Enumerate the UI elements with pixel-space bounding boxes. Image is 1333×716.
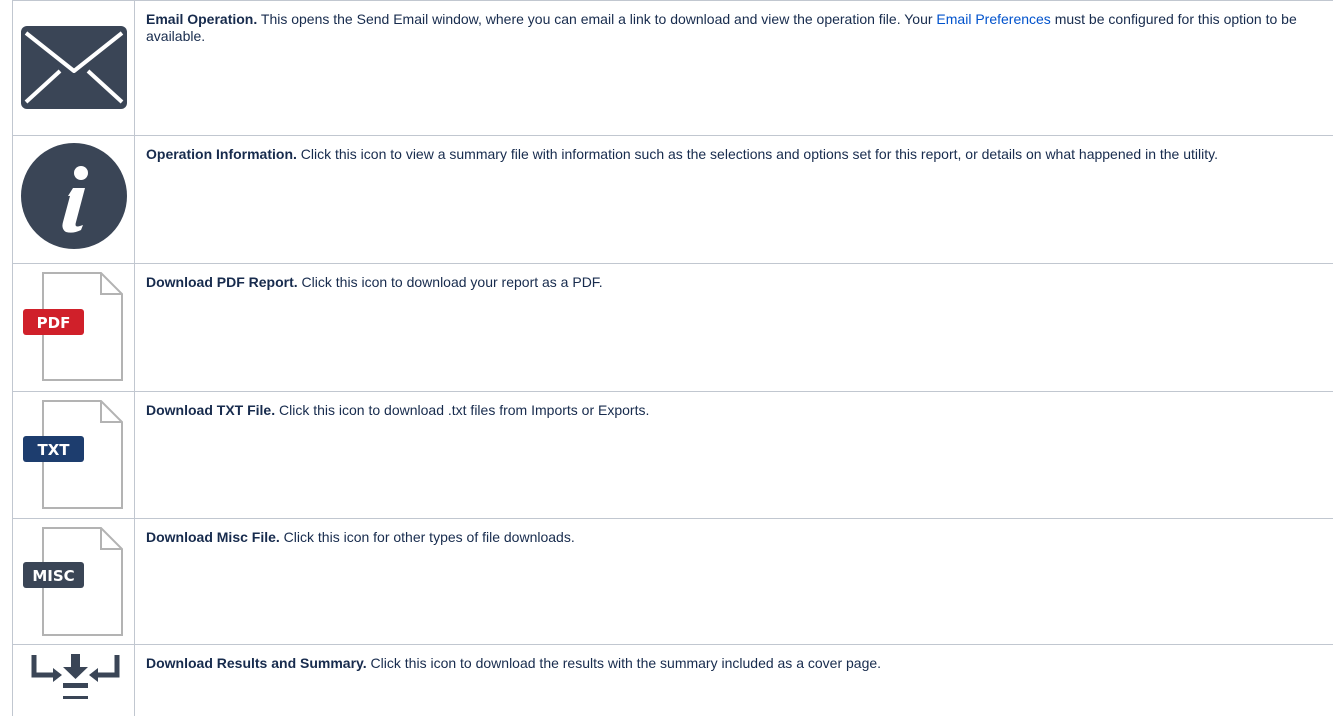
txt-file-icon: TXT — [23, 400, 123, 509]
documentation-page: Email Operation. This opens the Send Ema… — [0, 0, 1333, 716]
pdf-badge-label: PDF — [37, 314, 71, 332]
table-row-email: Email Operation. This opens the Send Ema… — [12, 0, 1333, 136]
download-results-icon — [31, 654, 120, 699]
icon-cell — [12, 135, 135, 264]
description-cell: Download Misc File. Click this icon for … — [134, 518, 1333, 645]
table-row-results: Download Results and Summary. Click this… — [12, 644, 1333, 716]
icon-legend-table: Email Operation. This opens the Send Ema… — [12, 0, 1333, 716]
row-text: Click this icon to view a summary file w… — [296, 146, 1218, 162]
info-icon — [21, 143, 127, 249]
table-row-txt: TXT Download TXT File. Click this icon t… — [12, 391, 1333, 519]
table-row-misc: MISC Download Misc File. Click this icon… — [12, 518, 1333, 645]
txt-badge-label: TXT — [37, 441, 70, 459]
row-text: Click this icon to download the results … — [366, 655, 882, 671]
description-cell: Email Operation. This opens the Send Ema… — [134, 0, 1333, 136]
icon-cell: PDF — [12, 263, 135, 392]
email-preferences-link[interactable]: Email Preferences — [936, 11, 1050, 27]
icon-cell — [12, 644, 135, 716]
table-row-info: Operation Information. Click this icon t… — [12, 135, 1333, 264]
description-cell: Download PDF Report. Click this icon to … — [134, 263, 1333, 392]
email-envelope-icon — [21, 26, 127, 109]
description-cell: Download TXT File. Click this icon to do… — [134, 391, 1333, 519]
misc-file-icon: MISC — [23, 527, 123, 636]
description-cell: Operation Information. Click this icon t… — [134, 135, 1333, 264]
icon-cell — [12, 0, 135, 136]
row-title: Email Operation. — [146, 11, 258, 27]
pdf-file-icon: PDF — [23, 272, 123, 381]
icon-cell: TXT — [12, 391, 135, 519]
row-text: This opens the Send Email window, where … — [257, 11, 937, 27]
icon-cell: MISC — [12, 518, 135, 645]
row-title: Download Misc File. — [146, 529, 280, 545]
misc-badge-label: MISC — [32, 567, 74, 585]
description-cell: Download Results and Summary. Click this… — [134, 644, 1333, 716]
table-row-pdf: PDF Download PDF Report. Click this icon… — [12, 263, 1333, 392]
row-text: Click this icon to download your report … — [297, 274, 603, 290]
row-title: Download Results and Summary. — [146, 655, 367, 671]
row-title: Operation Information. — [146, 146, 297, 162]
row-title: Download TXT File. — [146, 402, 276, 418]
row-text: Click this icon to download .txt files f… — [275, 402, 650, 418]
row-text: Click this icon for other types of file … — [279, 529, 575, 545]
row-title: Download PDF Report. — [146, 274, 298, 290]
